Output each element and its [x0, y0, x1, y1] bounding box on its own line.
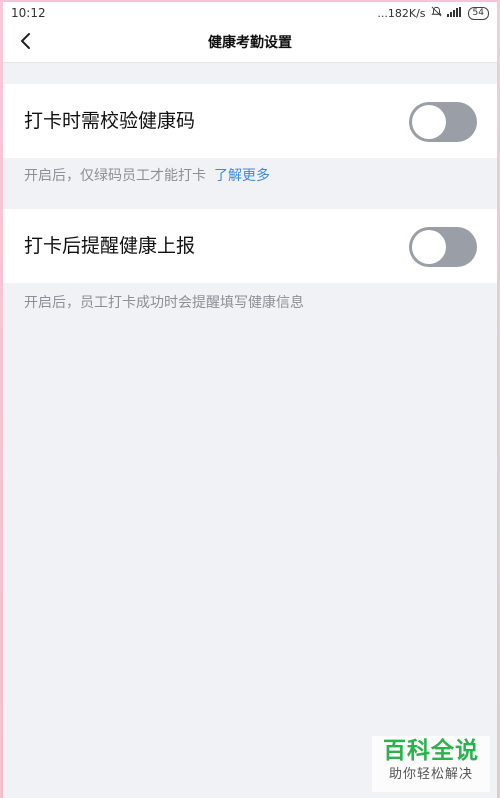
toggle-knob: [412, 105, 446, 139]
watermark-title: 百科全说: [383, 738, 479, 764]
page-title: 健康考勤设置: [208, 35, 292, 51]
setting-label-verify-health-code: 打卡时需校验健康码: [24, 110, 196, 132]
status-indicators: ...182K/s 54: [377, 6, 489, 20]
battery-icon: 54: [467, 6, 489, 20]
watermark-logo: 百科全说 助你轻松解决: [372, 736, 490, 792]
setting-hint-verify-health-code: 开启后，仅绿码员工才能打卡 了解更多: [24, 165, 270, 185]
setting-row-verify-health-code: 打卡时需校验健康码: [3, 84, 497, 158]
status-bar: 10:12 ...182K/s 54: [3, 2, 497, 24]
network-speed: ...182K/s: [377, 6, 426, 20]
nav-header: 健康考勤设置: [3, 24, 497, 63]
hint-text: 开启后，仅绿码员工才能打卡: [24, 168, 206, 184]
setting-hint-health-report-reminder: 开启后，员工打卡成功时会提醒填写健康信息: [24, 292, 304, 312]
setting-row-health-report-reminder: 打卡后提醒健康上报: [3, 209, 497, 283]
health-report-reminder-toggle[interactable]: [409, 227, 477, 267]
toggle-knob: [412, 230, 446, 264]
learn-more-link[interactable]: 了解更多: [214, 168, 270, 184]
alarm-off-icon: [430, 6, 442, 20]
signal-icon: [446, 6, 463, 20]
verify-health-code-toggle[interactable]: [409, 102, 477, 142]
setting-label-health-report-reminder: 打卡后提醒健康上报: [24, 235, 196, 257]
watermark-subtitle: 助你轻松解决: [388, 767, 473, 782]
hint-text: 开启后，员工打卡成功时会提醒填写健康信息: [24, 295, 304, 311]
status-time: 10:12: [11, 6, 46, 20]
